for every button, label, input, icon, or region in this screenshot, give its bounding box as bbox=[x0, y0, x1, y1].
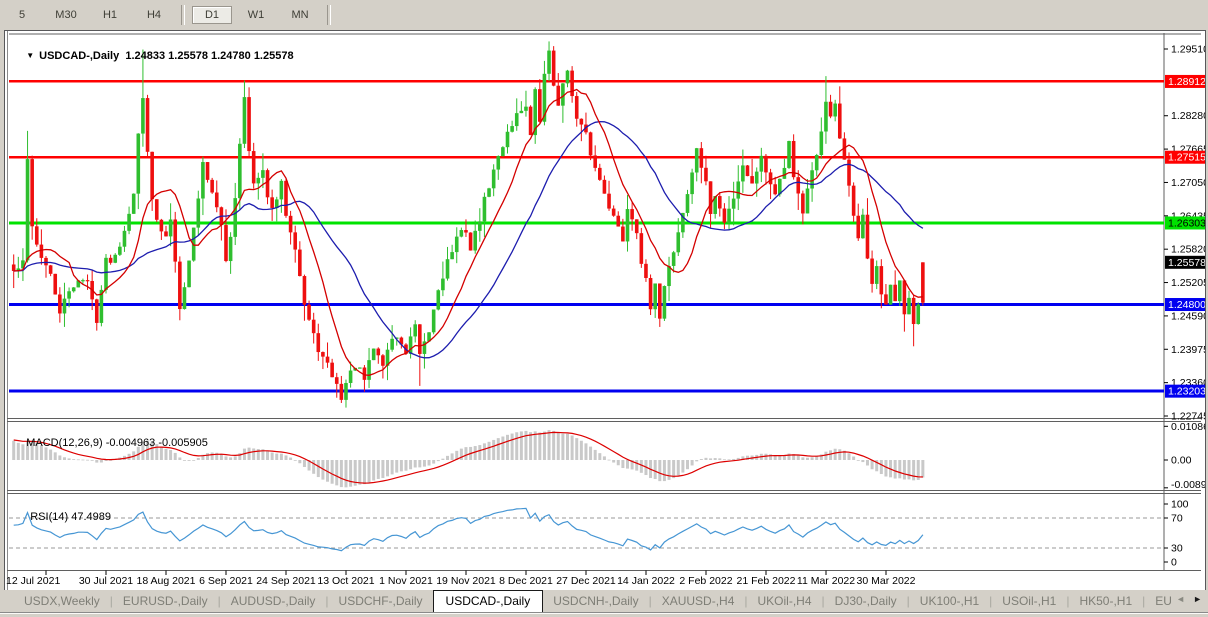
svg-text:8 Dec 2021: 8 Dec 2021 bbox=[499, 575, 553, 587]
chart-tab-usdcad-daily[interactable]: USDCAD-,Daily bbox=[433, 590, 544, 612]
chart-tab-usdx-weekly[interactable]: USDX,Weekly bbox=[14, 591, 110, 612]
timeframe-button-m30[interactable]: M30 bbox=[46, 6, 86, 24]
tab-scroll-right-icon[interactable]: ► bbox=[1193, 594, 1202, 604]
toolbar-separator bbox=[181, 5, 185, 25]
chart-tab-usdchf-daily[interactable]: USDCHF-,Daily bbox=[329, 591, 433, 612]
chart-symbol-label: USDCAD-,Daily bbox=[39, 50, 119, 62]
chart-tab-eurusd-daily[interactable]: EURUSD-,Daily bbox=[113, 591, 218, 612]
svg-text:21 Feb 2022: 21 Feb 2022 bbox=[737, 575, 796, 587]
svg-text:6 Sep 2021: 6 Sep 2021 bbox=[199, 575, 253, 587]
chart-tab-usoil-h1[interactable]: USOil-,H1 bbox=[992, 591, 1066, 612]
macd-values: -0.004963 -0.005905 bbox=[106, 437, 208, 449]
svg-text:1.25820: 1.25820 bbox=[1171, 244, 1205, 256]
svg-text:0.010869: 0.010869 bbox=[1171, 421, 1205, 433]
svg-text:18 Aug 2021: 18 Aug 2021 bbox=[137, 575, 196, 587]
timeframe-button-w1[interactable]: W1 bbox=[236, 6, 276, 24]
chart-tab-strip: USDX,Weekly|EURUSD-,Daily|AUDUSD-,Daily|… bbox=[0, 590, 1174, 612]
svg-text:1.23203: 1.23203 bbox=[1168, 386, 1205, 398]
chart-tab-hk50-h1[interactable]: HK50-,H1 bbox=[1069, 591, 1142, 612]
svg-text:1.29510: 1.29510 bbox=[1171, 44, 1205, 56]
chart-tab-dj30-daily[interactable]: DJ30-,Daily bbox=[825, 591, 907, 612]
svg-text:100: 100 bbox=[1171, 499, 1189, 511]
svg-text:0.00: 0.00 bbox=[1171, 455, 1192, 467]
svg-text:1.28912: 1.28912 bbox=[1168, 76, 1205, 88]
svg-text:70: 70 bbox=[1171, 513, 1183, 525]
symbol-dropdown-icon[interactable]: ▼ bbox=[26, 51, 34, 60]
svg-text:12 Jul 2021: 12 Jul 2021 bbox=[6, 575, 60, 587]
rsi-indicator-label: RSI(14) 47.4989 bbox=[18, 499, 111, 535]
chart-tab-xauusd-h4[interactable]: XAUUSD-,H4 bbox=[652, 591, 745, 612]
svg-text:13 Oct 2021: 13 Oct 2021 bbox=[317, 575, 374, 587]
chart-ohlc-values: 1.24833 1.25578 1.24780 1.25578 bbox=[125, 50, 293, 62]
svg-text:1.28280: 1.28280 bbox=[1171, 110, 1205, 122]
svg-text:1.25578: 1.25578 bbox=[1168, 257, 1205, 269]
svg-text:-0.008974: -0.008974 bbox=[1171, 479, 1205, 491]
status-strip bbox=[0, 613, 1208, 617]
chart-tab-bar: USDX,Weekly|EURUSD-,Daily|AUDUSD-,Daily|… bbox=[0, 590, 1208, 613]
chart-tab-uk100-h1[interactable]: UK100-,H1 bbox=[910, 591, 989, 612]
tab-scroll-left-icon[interactable]: ◄ bbox=[1176, 594, 1185, 604]
chart-tab-ukoil-h4[interactable]: UKOil-,H4 bbox=[748, 591, 822, 612]
rsi-value: 47.4989 bbox=[71, 511, 111, 523]
timeframe-button-mn[interactable]: MN bbox=[280, 6, 320, 24]
svg-text:30 Mar 2022: 30 Mar 2022 bbox=[857, 575, 916, 587]
svg-text:2 Feb 2022: 2 Feb 2022 bbox=[679, 575, 732, 587]
chart-tab-usdcnh-daily[interactable]: USDCNH-,Daily bbox=[543, 591, 648, 612]
svg-text:1.23975: 1.23975 bbox=[1171, 344, 1205, 356]
toolbar-separator bbox=[327, 5, 331, 25]
timeframe-button-d1[interactable]: D1 bbox=[192, 6, 232, 24]
svg-text:0: 0 bbox=[1171, 557, 1177, 569]
timeframe-button-h4[interactable]: H4 bbox=[134, 6, 174, 24]
chart-tab-eu[interactable]: EU bbox=[1145, 591, 1174, 612]
svg-text:1.24590: 1.24590 bbox=[1171, 310, 1205, 322]
timeframe-toolbar: 5M30H1H4 D1W1MN bbox=[0, 0, 1208, 29]
svg-text:27 Dec 2021: 27 Dec 2021 bbox=[556, 575, 616, 587]
svg-text:1.27050: 1.27050 bbox=[1171, 177, 1205, 189]
chart-window[interactable]: ▼ USDCAD-,Daily 1.24833 1.25578 1.24780 1… bbox=[4, 30, 1206, 591]
svg-text:1.27515: 1.27515 bbox=[1168, 152, 1205, 164]
svg-text:1.26303: 1.26303 bbox=[1168, 217, 1205, 229]
price-chart-canvas[interactable]: 1.295101.282801.276651.270501.264351.258… bbox=[5, 31, 1205, 590]
chart-title: ▼ USDCAD-,Daily 1.24833 1.25578 1.24780 1… bbox=[14, 38, 294, 74]
tab-scroll-arrows: ◄ ► bbox=[1174, 590, 1208, 612]
svg-text:24 Sep 2021: 24 Sep 2021 bbox=[256, 575, 316, 587]
macd-indicator-label: MACD(12,26,9) -0.004963 -0.005905 bbox=[14, 425, 208, 461]
timeframe-button-5[interactable]: 5 bbox=[2, 6, 42, 24]
svg-text:19 Nov 2021: 19 Nov 2021 bbox=[436, 575, 496, 587]
svg-text:1.24800: 1.24800 bbox=[1168, 299, 1205, 311]
chart-tab-audusd-daily[interactable]: AUDUSD-,Daily bbox=[221, 591, 326, 612]
svg-text:1.25205: 1.25205 bbox=[1171, 277, 1205, 289]
svg-text:1 Nov 2021: 1 Nov 2021 bbox=[379, 575, 433, 587]
timeframe-button-h1[interactable]: H1 bbox=[90, 6, 130, 24]
svg-text:14 Jan 2022: 14 Jan 2022 bbox=[617, 575, 675, 587]
svg-text:30 Jul 2021: 30 Jul 2021 bbox=[79, 575, 133, 587]
svg-text:11 Mar 2022: 11 Mar 2022 bbox=[797, 575, 855, 587]
svg-text:30: 30 bbox=[1171, 543, 1183, 555]
